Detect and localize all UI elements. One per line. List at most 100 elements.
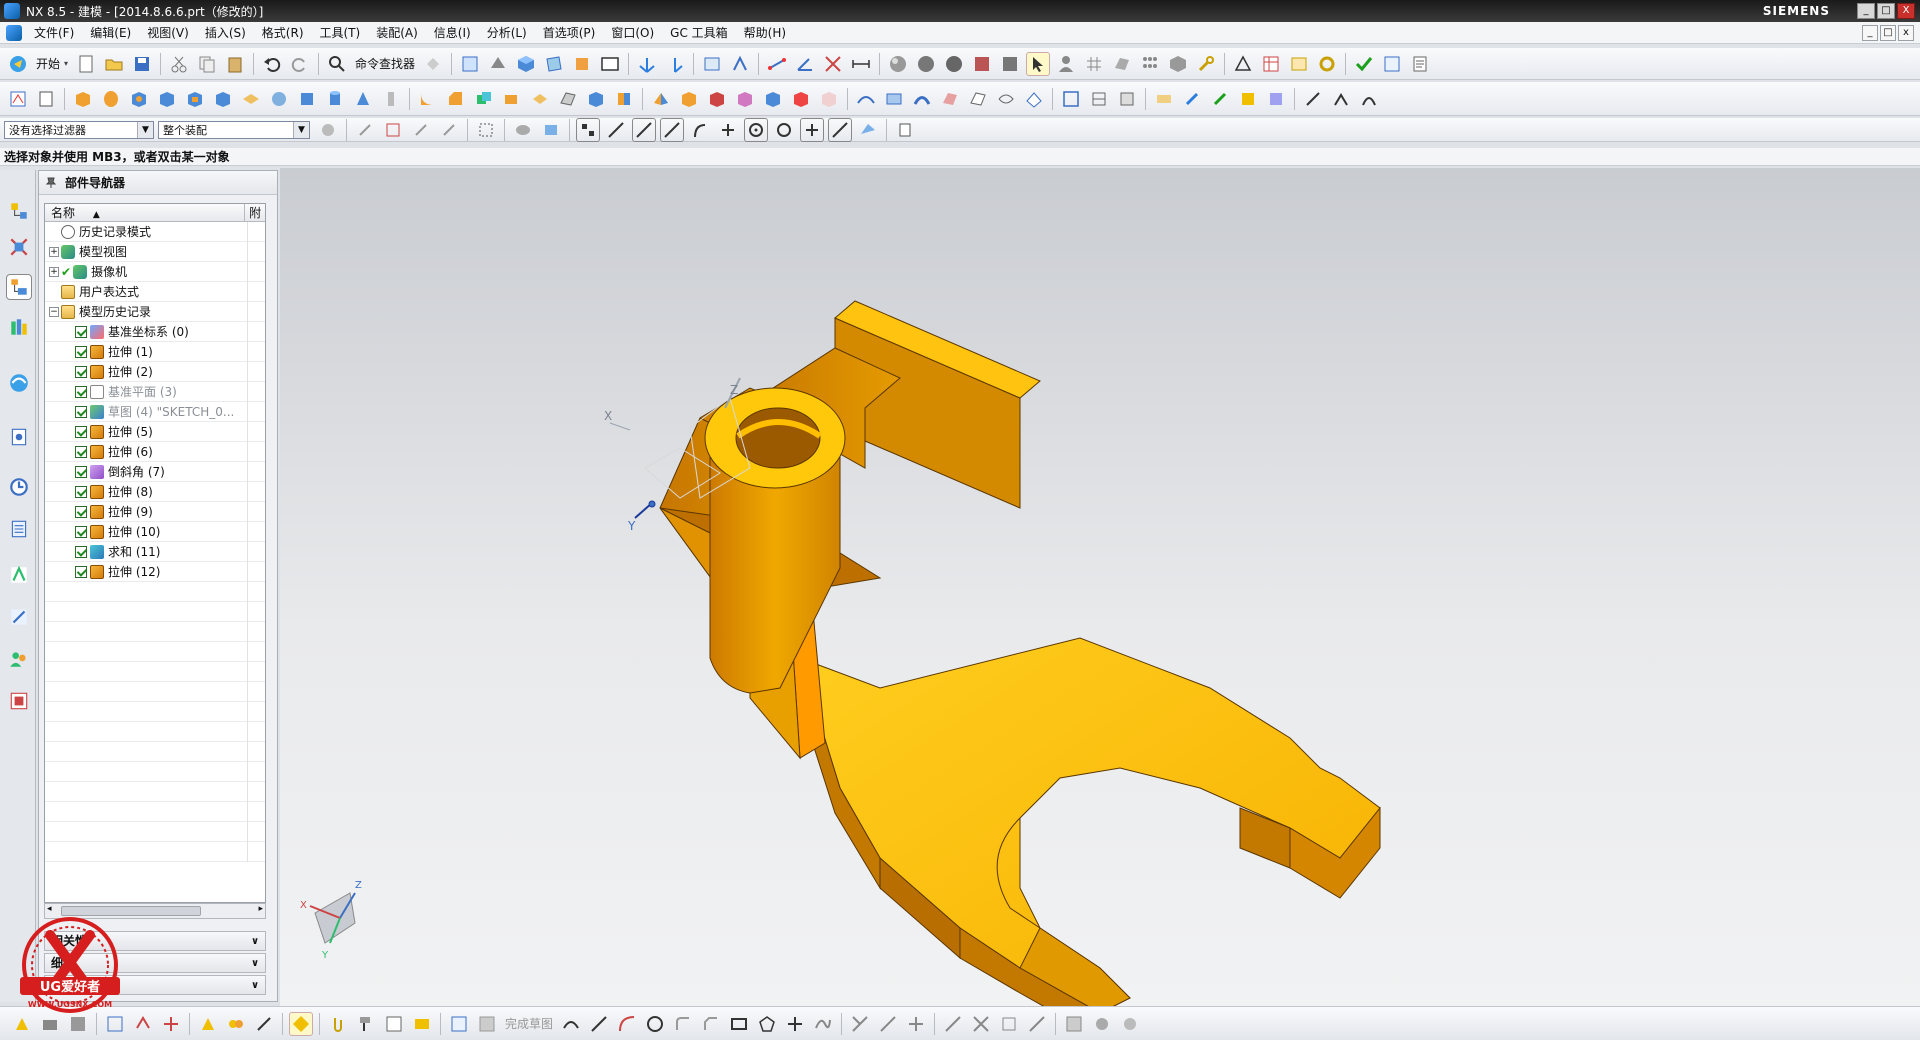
snap-control-icon[interactable] bbox=[660, 117, 684, 142]
datum-plane-icon[interactable] bbox=[1059, 87, 1083, 111]
expand-icon[interactable]: + bbox=[49, 266, 59, 277]
snap-quadrant-icon[interactable] bbox=[772, 118, 796, 142]
slot-icon[interactable] bbox=[239, 87, 263, 111]
scroll-right-icon[interactable]: ▸ bbox=[258, 904, 263, 914]
cylinder-icon[interactable] bbox=[323, 87, 347, 111]
menu-gc-toolkit[interactable]: GC 工具箱 bbox=[662, 24, 736, 41]
start-icon[interactable] bbox=[6, 52, 30, 76]
gear-settings-icon[interactable] bbox=[1315, 52, 1339, 76]
wave-geometry-icon[interactable] bbox=[196, 1012, 220, 1036]
render-bottom-icon[interactable] bbox=[289, 1011, 313, 1036]
show-constraints-icon[interactable] bbox=[969, 1012, 993, 1036]
person-icon[interactable] bbox=[1054, 52, 1078, 76]
circle-icon[interactable] bbox=[643, 1012, 667, 1036]
sketch-task-icon[interactable] bbox=[447, 1012, 471, 1036]
snap-point-icon[interactable] bbox=[728, 52, 752, 76]
tree-node[interactable]: 拉伸 (5) bbox=[45, 422, 265, 442]
curve-network-icon[interactable] bbox=[994, 87, 1018, 111]
shaded-cube-icon[interactable] bbox=[514, 52, 538, 76]
block-icon[interactable] bbox=[295, 87, 319, 111]
snap-line-icon[interactable] bbox=[632, 117, 656, 142]
attach-icon[interactable] bbox=[326, 1012, 350, 1036]
report-icon[interactable] bbox=[1408, 52, 1432, 76]
visibility-checkbox[interactable] bbox=[75, 365, 87, 378]
new-file-icon[interactable] bbox=[74, 52, 98, 76]
pattern-icon[interactable] bbox=[1138, 52, 1162, 76]
render-style-icon[interactable] bbox=[486, 52, 510, 76]
make-corner-icon[interactable] bbox=[904, 1012, 928, 1036]
selection-scope-dropdown[interactable]: 整个装配 ▼ bbox=[158, 120, 310, 139]
promote-body-icon[interactable] bbox=[1236, 87, 1260, 111]
measure-angle-icon[interactable] bbox=[793, 52, 817, 76]
tree-node[interactable]: 拉伸 (10) bbox=[45, 522, 265, 542]
table-icon[interactable] bbox=[1259, 52, 1283, 76]
triangle-icon[interactable] bbox=[1231, 52, 1255, 76]
analysis-icon[interactable] bbox=[821, 52, 845, 76]
visibility-checkbox[interactable] bbox=[75, 385, 87, 398]
split-body-icon[interactable] bbox=[733, 87, 757, 111]
save-icon[interactable] bbox=[130, 52, 154, 76]
visibility-checkbox[interactable] bbox=[75, 405, 87, 418]
edge-blend-icon[interactable] bbox=[416, 87, 440, 111]
bounded-plane-icon[interactable] bbox=[938, 87, 962, 111]
surface-icon[interactable] bbox=[1110, 52, 1134, 76]
extend-curve-icon[interactable] bbox=[876, 1012, 900, 1036]
wcs-icon[interactable] bbox=[635, 52, 659, 76]
mirror-feature-icon[interactable] bbox=[649, 87, 673, 111]
datum-axis-icon[interactable] bbox=[1087, 87, 1111, 111]
tree-node[interactable]: − 模型历史记录 bbox=[45, 302, 265, 322]
fillet-curve-icon[interactable] bbox=[1329, 87, 1353, 111]
menu-tools[interactable]: 工具(T) bbox=[312, 24, 369, 41]
visibility-checkbox[interactable] bbox=[75, 425, 87, 438]
pocket-icon[interactable] bbox=[183, 87, 207, 111]
curve-rule-icon[interactable] bbox=[381, 118, 405, 142]
tree-node[interactable]: 拉伸 (1) bbox=[45, 342, 265, 362]
chamfer-icon[interactable] bbox=[444, 87, 468, 111]
boss-icon[interactable] bbox=[155, 87, 179, 111]
shell-icon[interactable] bbox=[556, 87, 580, 111]
pin-icon[interactable] bbox=[45, 177, 57, 189]
redo-icon[interactable] bbox=[288, 52, 312, 76]
datum-csys-icon[interactable] bbox=[1115, 87, 1139, 111]
visibility-checkbox[interactable] bbox=[75, 345, 87, 358]
revolve-icon[interactable] bbox=[99, 87, 123, 111]
type-filter-dropdown[interactable]: 没有选择过滤器 ▼ bbox=[4, 120, 154, 139]
snap-midpoint-icon[interactable] bbox=[604, 118, 628, 142]
profile-icon[interactable] bbox=[559, 1012, 583, 1036]
body-move-icon[interactable] bbox=[1180, 87, 1204, 111]
table-edit-icon[interactable] bbox=[382, 1012, 406, 1036]
command-finder-button[interactable]: 命令查找器 bbox=[351, 55, 419, 72]
thicken-icon[interactable] bbox=[966, 87, 990, 111]
snap-on-face-icon[interactable] bbox=[856, 118, 880, 142]
part-navigator-icon[interactable] bbox=[6, 274, 32, 300]
assembly-navigator-icon[interactable] bbox=[6, 198, 32, 224]
roles-people-icon[interactable] bbox=[6, 646, 32, 672]
menu-view[interactable]: 视图(V) bbox=[139, 24, 197, 41]
hole-icon[interactable] bbox=[127, 87, 151, 111]
edit-section-icon[interactable] bbox=[570, 52, 594, 76]
auto-dimension-icon[interactable] bbox=[997, 1012, 1021, 1036]
graphics-window[interactable]: Z X Y Z X Y bbox=[280, 168, 1920, 1006]
visibility-checkbox[interactable] bbox=[75, 325, 87, 338]
close-button[interactable]: X bbox=[1897, 3, 1915, 19]
menu-insert[interactable]: 插入(S) bbox=[197, 24, 254, 41]
slash-icon[interactable] bbox=[1301, 87, 1325, 111]
surface-through-curves-icon[interactable] bbox=[854, 87, 878, 111]
body-select-icon[interactable] bbox=[539, 118, 563, 142]
visibility-checkbox[interactable] bbox=[75, 525, 87, 538]
feature-select-icon[interactable] bbox=[353, 118, 377, 142]
rectangle-icon[interactable] bbox=[727, 1012, 751, 1036]
maximize-button[interactable]: □ bbox=[1877, 3, 1895, 19]
column-name-header[interactable]: 名称 ▲ bbox=[45, 204, 246, 221]
gray-box-icon[interactable] bbox=[998, 52, 1022, 76]
collapse-icon[interactable]: − bbox=[49, 306, 59, 317]
visibility-checkbox[interactable] bbox=[75, 565, 87, 578]
snap-endpoint-icon[interactable] bbox=[576, 117, 600, 142]
snap-on-curve-icon[interactable] bbox=[828, 117, 852, 142]
update-model-icon[interactable] bbox=[1090, 1012, 1114, 1036]
process-studio-icon[interactable] bbox=[6, 516, 32, 542]
sweep-icon[interactable] bbox=[910, 87, 934, 111]
sphere-icon[interactable] bbox=[886, 52, 910, 76]
constraints-icon[interactable] bbox=[941, 1012, 965, 1036]
assembly-cut-icon[interactable] bbox=[410, 1012, 434, 1036]
